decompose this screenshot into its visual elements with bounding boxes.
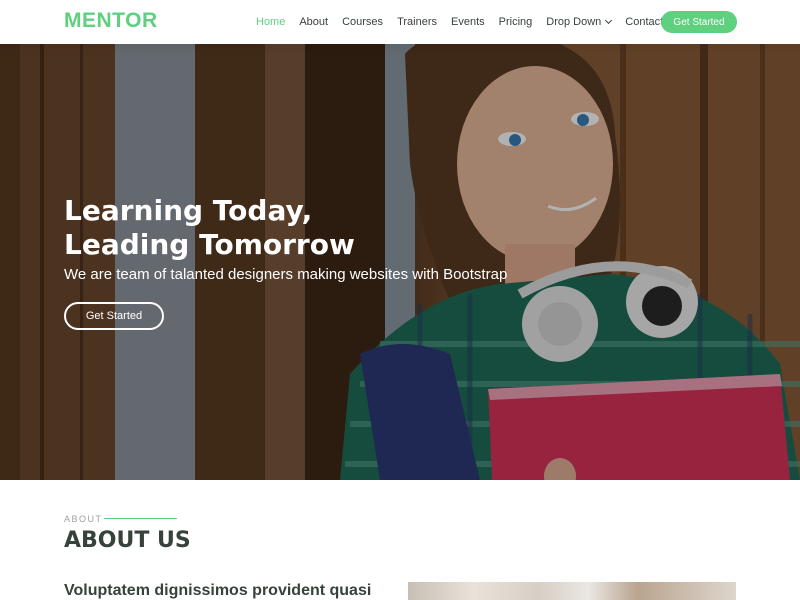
hero-title-line-1: Learning Today,	[64, 194, 313, 227]
nav-home[interactable]: Home	[256, 16, 285, 28]
nav-events[interactable]: Events	[451, 16, 485, 28]
nav-pricing[interactable]: Pricing	[499, 16, 533, 28]
hero-title: Learning Today, Leading Tomorrow	[64, 194, 484, 262]
nav-contact[interactable]: Contact	[625, 16, 663, 28]
about-lead: Voluptatem dignissimos provident quasi	[64, 582, 372, 599]
about-kicker-line	[104, 518, 177, 519]
nav-courses[interactable]: Courses	[342, 16, 383, 28]
hero-overlay	[0, 44, 800, 480]
about-title: ABOUT US	[64, 528, 191, 553]
hero-title-line-2: Leading Tomorrow	[64, 228, 355, 261]
chevron-down-icon	[605, 16, 613, 25]
nav-dropdown[interactable]: Drop Down	[546, 16, 613, 28]
hero-section: Learning Today, Leading Tomorrow We are …	[0, 44, 800, 480]
main-nav: Home About Courses Trainers Events Prici…	[256, 0, 677, 44]
site-header: MENTOR Home About Courses Trainers Event…	[0, 0, 800, 44]
hero-subtitle: We are team of talanted designers making…	[64, 266, 508, 283]
site-logo[interactable]: MENTOR	[64, 9, 158, 33]
nav-about[interactable]: About	[299, 16, 328, 28]
nav-trainers[interactable]: Trainers	[397, 16, 437, 28]
nav-dropdown-label: Drop Down	[546, 16, 602, 28]
about-image	[408, 582, 736, 600]
get-started-button[interactable]: Get Started	[661, 11, 737, 33]
about-kicker: ABOUT	[64, 514, 103, 524]
hero-get-started-button[interactable]: Get Started	[64, 302, 164, 330]
